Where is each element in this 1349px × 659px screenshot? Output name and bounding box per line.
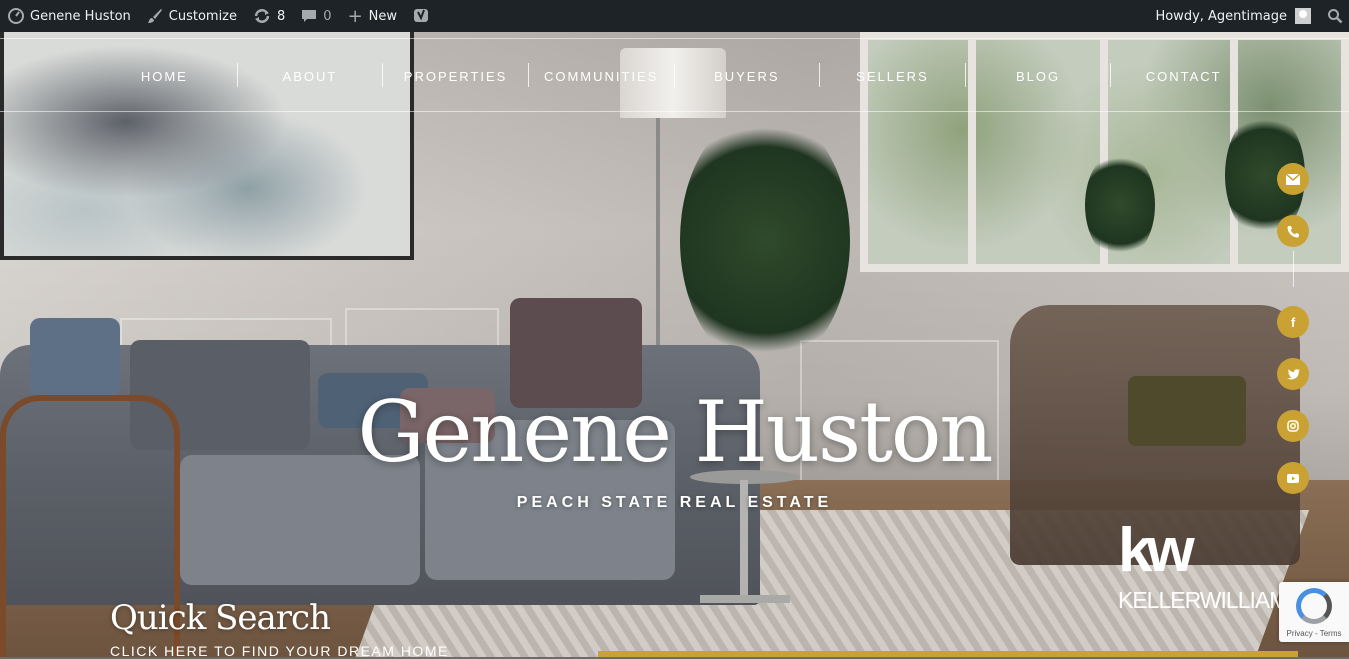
nav-communities[interactable]: COMMUNITIES: [529, 39, 674, 113]
nav-sellers[interactable]: SELLERS: [820, 39, 965, 113]
main-navigation: HOME ABOUT PROPERTIES COMMUNITIES BUYERS…: [0, 38, 1349, 112]
nav-contact[interactable]: CONTACT: [1111, 39, 1256, 113]
comment-icon: [301, 8, 317, 24]
youtube-icon[interactable]: [1277, 462, 1309, 494]
yoast-link[interactable]: [405, 0, 443, 32]
hero-subtitle: PEACH STATE REAL ESTATE: [516, 494, 833, 511]
kw-logo-mark: kw: [1118, 516, 1195, 585]
howdy-text: Howdy, Agentimage: [1155, 8, 1287, 24]
new-label: New: [368, 8, 398, 24]
nav-blog[interactable]: BLOG: [966, 39, 1111, 113]
kw-logo-text: KELLERWILLIAMS: [1118, 587, 1303, 613]
customize-label: Customize: [168, 8, 238, 24]
comments-link[interactable]: 0: [293, 0, 339, 32]
nav-properties[interactable]: PROPERTIES: [383, 39, 528, 113]
new-content-link[interactable]: + New: [340, 0, 405, 32]
yoast-icon: [413, 7, 429, 25]
customize-link[interactable]: Customize: [139, 0, 245, 32]
site-name: Genene Huston: [30, 8, 131, 24]
hero-title: Genene Huston: [357, 383, 993, 481]
updates-link[interactable]: 8: [245, 0, 293, 32]
phone-icon[interactable]: [1277, 215, 1309, 247]
wp-admin-bar: Genene Huston Customize 8 0 + New Howdy,…: [0, 0, 1349, 32]
nav-home[interactable]: HOME: [92, 39, 237, 113]
updates-count: 8: [277, 8, 286, 24]
dashboard-icon: [8, 8, 24, 24]
avatar: [1295, 8, 1311, 24]
updates-icon: [253, 8, 271, 24]
plus-icon: +: [347, 5, 363, 27]
twitter-icon[interactable]: [1277, 358, 1309, 390]
side-table: [690, 470, 800, 620]
instagram-icon[interactable]: [1277, 410, 1309, 442]
recaptcha-badge[interactable]: Privacy - Terms: [1279, 582, 1349, 642]
recaptcha-icon: [1296, 588, 1332, 624]
facebook-icon[interactable]: f: [1277, 306, 1309, 338]
admin-search-button[interactable]: [1319, 0, 1349, 32]
quick-search-title: Quick Search: [110, 598, 331, 638]
brush-icon: [147, 8, 163, 24]
comments-count: 0: [323, 8, 332, 24]
nav-buyers[interactable]: BUYERS: [675, 39, 820, 113]
social-divider: [1293, 251, 1294, 287]
nav-about[interactable]: ABOUT: [238, 39, 383, 113]
envelope-icon[interactable]: [1277, 163, 1309, 195]
site-name-link[interactable]: Genene Huston: [0, 0, 139, 32]
gold-accent-bar: [598, 651, 1298, 657]
search-icon: [1327, 8, 1343, 24]
my-account-link[interactable]: Howdy, Agentimage: [1147, 0, 1319, 32]
recaptcha-terms[interactable]: Privacy - Terms: [1279, 629, 1349, 638]
